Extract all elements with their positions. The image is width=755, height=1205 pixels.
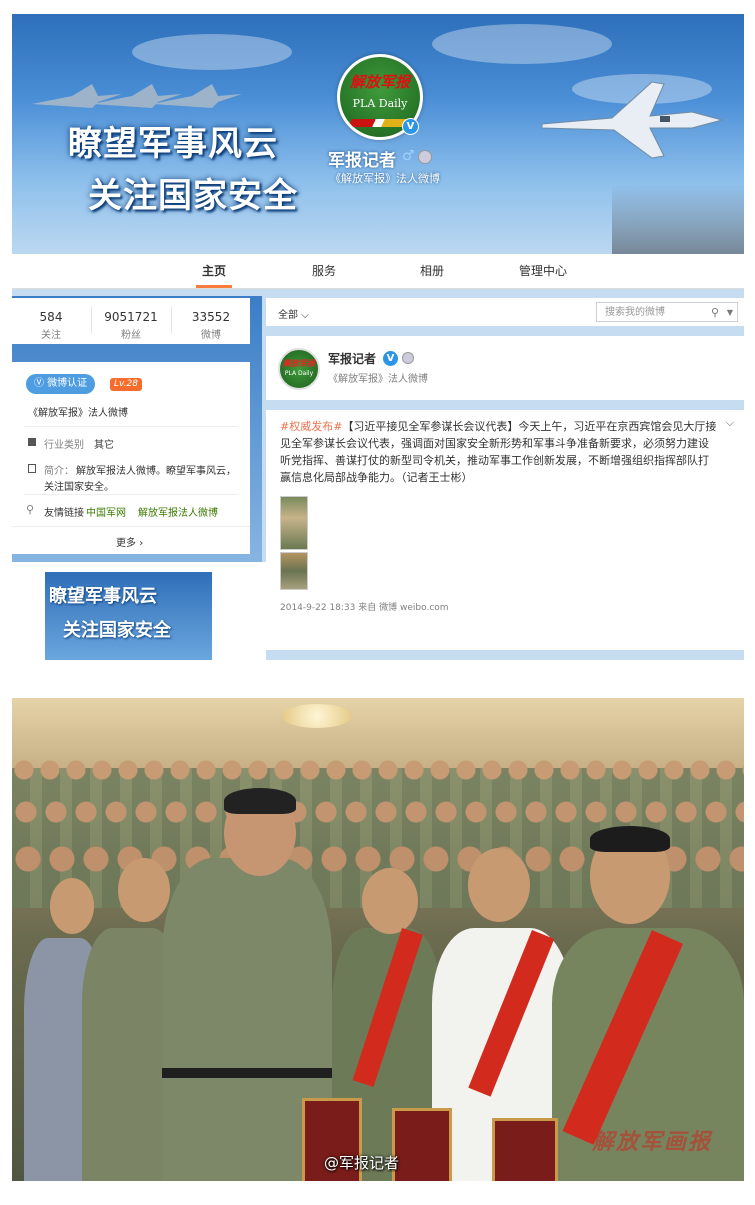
stat-followers-label: 粉丝: [121, 330, 141, 341]
intro-label: 简介：: [44, 466, 74, 477]
more-link[interactable]: 更多 ›: [116, 534, 143, 549]
small-banner-line-2: 关注国家安全: [63, 620, 171, 641]
stat-posts-value[interactable]: 33552: [172, 310, 250, 324]
profile-verified-desc: 《解放军报》法人微博: [330, 172, 440, 185]
profile-info-card: Ⓥ 微博认证 Lv.28 《解放军报》法人微博 行业类别 其它 简介： 解放军报…: [12, 362, 250, 554]
hair: [224, 788, 296, 814]
medal-icon: [418, 150, 432, 164]
logo-text-en: PLA Daily: [352, 97, 408, 110]
tab-management[interactable]: 管理中心: [512, 254, 574, 288]
person-head: [362, 868, 418, 934]
search-input[interactable]: 搜索我的微博 ⚲ ▼: [596, 302, 738, 322]
tab-home[interactable]: 主页: [196, 254, 232, 288]
small-banner-image[interactable]: 瞭望军事风云 关注国家安全: [45, 572, 212, 660]
post-hashtag[interactable]: #权威发布#: [280, 420, 342, 433]
cover-banner: 瞭望军事风云 关注国家安全 解放军报 PLA Daily V 军报记者 ♂ 《解…: [12, 14, 744, 254]
post-line-1-text: 【习近平接见全军参谋长会议代表】今天上午，习近平在京西宾馆会见大厅接: [342, 420, 717, 433]
person-head: [118, 858, 170, 922]
industry-label: 行业类别: [44, 440, 84, 451]
post-line-1: #权威发布#【习近平接见全军参谋长会议代表】今天上午，习近平在京西宾馆会见大厅接: [280, 418, 716, 435]
filter-all-dropdown[interactable]: 全部 ⌵: [278, 306, 309, 321]
briefcase-icon: [28, 438, 36, 446]
caret-down-icon[interactable]: ▼: [727, 303, 733, 323]
link-china-military[interactable]: 中国军网: [86, 504, 126, 519]
person-head: [50, 878, 94, 934]
post-menu-chevron-icon[interactable]: ⌵: [726, 416, 734, 430]
author-sub: 《解放军报》法人微博: [328, 374, 428, 385]
verified-v-icon: V: [402, 118, 419, 135]
avatar-logo-en: PLA Daily: [284, 370, 314, 377]
level-badge[interactable]: Lv.28: [110, 378, 142, 391]
jet-formation-icon: [32, 84, 242, 108]
link-pla-daily[interactable]: 解放军报法人微博: [138, 504, 218, 519]
weibo-verify-badge[interactable]: Ⓥ 微博认证: [26, 374, 96, 394]
stats-card: 584 关注 9051721 粉丝 33552 微博: [12, 298, 250, 344]
link-icon: ⚲: [26, 503, 35, 516]
more-label: 更多: [116, 538, 136, 549]
news-photo: @军报记者 解放军画报: [12, 698, 744, 1181]
belt: [162, 1068, 332, 1078]
divider: [12, 526, 250, 527]
post-source[interactable]: 微博 weibo.com: [379, 603, 448, 613]
stat-following-value[interactable]: 584: [12, 310, 90, 324]
fighter-jet-icon: [541, 81, 724, 159]
post-line-4: 赢信息化局部战争能力。（记者王士彬）: [280, 471, 473, 484]
profile-tab-bar: 主页 服务 相册 管理中心: [12, 254, 744, 289]
post-thumbnail-2[interactable]: [280, 552, 308, 590]
hair: [590, 826, 670, 852]
stat-followers-value[interactable]: 9051721: [92, 310, 170, 324]
post-time[interactable]: 2014-9-22 18:33: [280, 603, 355, 613]
crowd-heads-row-1: [12, 758, 744, 788]
verify-badge-label: 微博认证: [47, 378, 88, 389]
photo-seal-watermark: 解放军画报: [592, 1129, 713, 1155]
banner-slogan-2: 关注国家安全: [88, 176, 298, 216]
medal-icon: [402, 352, 414, 364]
chevron-right-icon: ›: [139, 538, 144, 549]
post-card: ⌵ #权威发布#【习近平接见全军参谋长会议代表】今天上午，习近平在京西宾馆会见大…: [266, 410, 744, 650]
chair: [492, 1118, 558, 1181]
person-head: [468, 848, 530, 922]
avatar-logo-text: 解放军报: [283, 359, 315, 368]
weibo-profile-screenshot: 瞭望军事风云 关注国家安全 解放军报 PLA Daily V 军报记者 ♂ 《解…: [12, 14, 744, 660]
author-avatar[interactable]: 解放军报 PLA Daily: [278, 348, 320, 390]
intro-text-1: 解放军报法人微博。瞭望军事风云，: [76, 466, 236, 477]
verify-description: 《解放军报》法人微博: [28, 408, 128, 419]
verified-v-icon: V: [382, 350, 399, 367]
feed-filter-bar: 全部 ⌵ 搜索我的微博 ⚲ ▼: [266, 298, 744, 326]
stat-following-label: 关注: [41, 330, 61, 341]
chevron-down-icon: ⌵: [301, 310, 309, 321]
filter-label: 全部: [278, 310, 298, 321]
intro-text-2: 关注国家安全。: [44, 482, 114, 493]
crowd-heads-row-2: [12, 798, 744, 828]
document-icon: [28, 464, 36, 473]
tab-services[interactable]: 服务: [306, 254, 342, 288]
post-thumbnail-1[interactable]: [280, 496, 308, 550]
links-label: 友情链接: [44, 508, 84, 519]
search-placeholder: 搜索我的微博: [605, 307, 665, 318]
divider: [24, 494, 238, 495]
ground-silhouette: [612, 184, 744, 254]
verified-v-icon: Ⓥ: [34, 378, 48, 389]
profile-name: 军报记者: [328, 151, 396, 171]
industry-value: 其它: [94, 440, 114, 451]
chair: [392, 1108, 452, 1181]
chandelier: [282, 704, 352, 728]
post-line-3: 听党指挥、善谋打仗的新型司令机关，推动军事工作创新发展，不断增强组织指挥部队打: [280, 454, 709, 467]
search-icon[interactable]: ⚲: [711, 303, 719, 323]
logo-text-cn: 解放军报: [349, 73, 410, 91]
author-card: 解放军报 PLA Daily 军报记者 V 《解放军报》法人微博: [266, 336, 744, 400]
post-source-prefix: 来自: [358, 603, 377, 613]
photo-watermark: @军报记者: [324, 1154, 400, 1172]
small-banner-line-1: 瞭望军事风云: [49, 586, 157, 607]
author-name[interactable]: 军报记者: [328, 350, 376, 367]
post-line-2: 见全军参谋长会议代表，强调面对国家安全新形势和军事斗争准备新要求，必须努力建设: [280, 437, 709, 450]
male-icon: ♂: [402, 148, 415, 164]
stat-posts-label: 微博: [201, 330, 221, 341]
tab-album[interactable]: 相册: [414, 254, 450, 288]
post-meta: 2014-9-22 18:33 来自 微博 weibo.com: [280, 600, 449, 613]
divider: [24, 426, 238, 427]
banner-slogan-1: 瞭望军事风云: [68, 124, 278, 164]
